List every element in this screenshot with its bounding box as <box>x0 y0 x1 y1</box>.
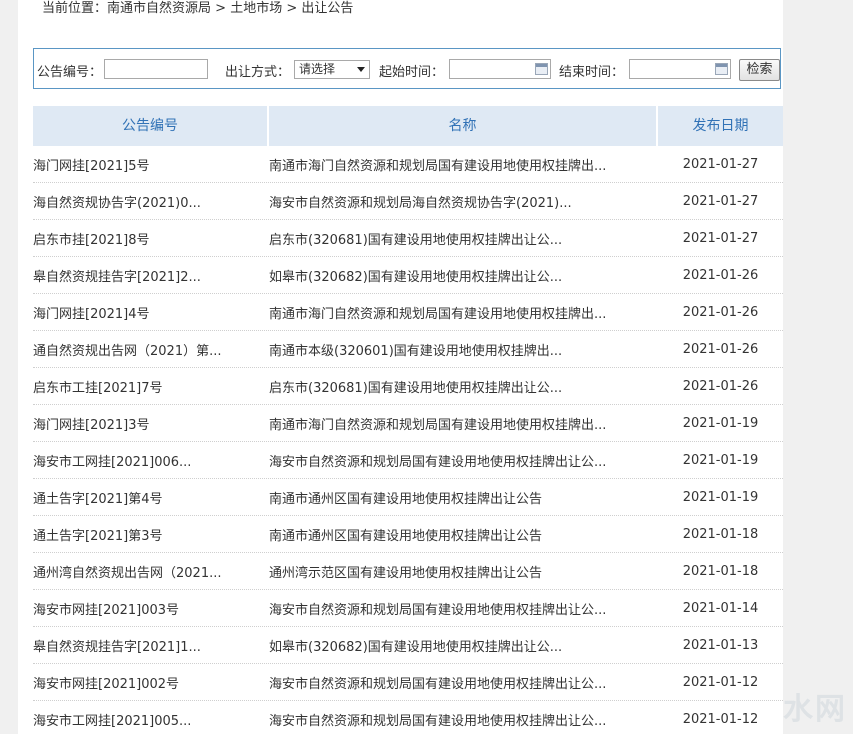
transfer-method-label: 出让方式： <box>225 65 291 80</box>
table-row: 海安市工网挂[2021]006... 海安市自然资源和规划局国有建设用地使用权挂牌… <box>33 442 783 479</box>
publish-date: 2021-01-18 <box>682 563 759 579</box>
table-row: 海安市网挂[2021]002号 海安市自然资源和规划局国有建设用地使用权挂牌出让公… <box>33 664 783 701</box>
column-header-date: 发布日期 <box>692 118 749 134</box>
publish-date: 2021-01-19 <box>682 452 759 468</box>
table-row: 皋自然资规挂告字[2021]2... 如皋市(320682)国有建设用地使用权挂牌… <box>33 257 783 294</box>
table-row: 海安市工网挂[2021]005... 海安市自然资源和规划局国有建设用地使用权挂牌… <box>33 701 783 734</box>
notice-name-link[interactable]: 海安市自然资源和规划局国有建设用地使用权挂牌出让公... <box>269 710 658 729</box>
table-row: 海门网挂[2021]5号 南通市海门自然资源和规划局国有建设用地使用权挂牌出...… <box>33 146 783 183</box>
publish-date: 2021-01-26 <box>682 267 759 283</box>
table-row: 海安市网挂[2021]003号 海安市自然资源和规划局国有建设用地使用权挂牌出让公… <box>33 590 783 627</box>
notice-no-link[interactable]: 海门网挂[2021]5号 <box>33 155 269 174</box>
publish-date: 2021-01-13 <box>682 637 759 653</box>
table-row: 启东市挂[2021]8号 启东市(320681)国有建设用地使用权挂牌出让公...… <box>33 220 783 257</box>
publish-date: 2021-01-27 <box>682 193 759 209</box>
notice-no-label: 公告编号： <box>37 65 103 80</box>
end-time-label: 结束时间： <box>559 65 625 80</box>
search-button[interactable]: 检索 <box>739 59 780 81</box>
table-row: 通州湾自然资规出告网（2021... 通州湾示范区国有建设用地使用权挂牌出让公告 2… <box>33 553 783 590</box>
notice-table-body: 海门网挂[2021]5号 南通市海门自然资源和规划局国有建设用地使用权挂牌出...… <box>33 146 783 734</box>
table-row: 海门网挂[2021]3号 南通市海门自然资源和规划局国有建设用地使用权挂牌出...… <box>33 405 783 442</box>
publish-date: 2021-01-26 <box>682 304 759 320</box>
publish-date: 2021-01-26 <box>682 341 759 357</box>
calendar-icon[interactable] <box>715 63 728 75</box>
notice-no-link[interactable]: 通自然资规出告网（2021）第... <box>33 340 269 359</box>
notice-name-link[interactable]: 南通市海门自然资源和规划局国有建设用地使用权挂牌出... <box>269 414 658 433</box>
publish-date: 2021-01-14 <box>682 600 759 616</box>
table-row: 通土告字[2021]第3号 南通市通州区国有建设用地使用权挂牌出让公告 2021-0… <box>33 516 783 553</box>
notice-name-link[interactable]: 启东市(320681)国有建设用地使用权挂牌出让公... <box>269 377 658 396</box>
publish-date: 2021-01-12 <box>682 711 759 727</box>
table-row: 皋自然资规挂告字[2021]1... 如皋市(320682)国有建设用地使用权挂牌… <box>33 627 783 664</box>
table-row: 通土告字[2021]第4号 南通市通州区国有建设用地使用权挂牌出让公告 2021-0… <box>33 479 783 516</box>
table-header: 公告编号 名称 发布日期 <box>33 106 783 146</box>
notice-name-link[interactable]: 启东市(320681)国有建设用地使用权挂牌出让公... <box>269 229 658 248</box>
notice-no-link[interactable]: 海门网挂[2021]3号 <box>33 414 269 433</box>
breadcrumb-separator: > <box>211 1 231 16</box>
notice-name-link[interactable]: 海安市自然资源和规划局国有建设用地使用权挂牌出让公... <box>269 599 658 618</box>
search-bar: 公告编号： 出让方式： 请选择 起始时间： 结束时间： 检索 <box>33 48 781 89</box>
publish-date: 2021-01-18 <box>682 526 759 542</box>
content-panel: 当前位置：南通市自然资源局 > 土地市场 > 出让公告 公告编号： 出让方式： … <box>18 0 783 734</box>
notice-name-link[interactable]: 海安市自然资源和规划局海自然资规协告字(2021)... <box>269 192 658 211</box>
breadcrumb-separator: > <box>282 1 302 16</box>
notice-no-link[interactable]: 海门网挂[2021]4号 <box>33 303 269 322</box>
table-row: 海自然资规协告字(2021)0... 海安市自然资源和规划局海自然资规协告字(20… <box>33 183 783 220</box>
start-time-input[interactable] <box>449 59 551 79</box>
publish-date: 2021-01-19 <box>682 489 759 505</box>
publish-date: 2021-01-19 <box>682 415 759 431</box>
publish-date: 2021-01-27 <box>682 230 759 246</box>
notice-name-link[interactable]: 南通市海门自然资源和规划局国有建设用地使用权挂牌出... <box>269 155 658 174</box>
notice-name-link[interactable]: 南通市通州区国有建设用地使用权挂牌出让公告 <box>269 488 658 507</box>
publish-date: 2021-01-12 <box>682 674 759 690</box>
column-header-notice-no: 公告编号 <box>33 106 269 146</box>
notice-name-link[interactable]: 南通市通州区国有建设用地使用权挂牌出让公告 <box>269 525 658 544</box>
notice-name-link[interactable]: 如皋市(320682)国有建设用地使用权挂牌出让公... <box>269 636 658 655</box>
breadcrumb-prefix: 当前位置： <box>42 1 108 16</box>
calendar-icon[interactable] <box>535 63 548 75</box>
chevron-down-icon <box>357 67 365 72</box>
notice-no-link[interactable]: 启东市挂[2021]8号 <box>33 229 269 248</box>
notice-no-link[interactable]: 通土告字[2021]第4号 <box>33 488 269 507</box>
notice-no-link[interactable]: 启东市工挂[2021]7号 <box>33 377 269 396</box>
watermark-logo: 水网 <box>783 692 847 727</box>
breadcrumb-item-land-market[interactable]: 土地市场 <box>230 1 282 16</box>
breadcrumb-item-transfer-notice: 出让公告 <box>301 1 354 16</box>
notice-name-link[interactable]: 如皋市(320682)国有建设用地使用权挂牌出让公... <box>269 266 658 285</box>
table-row: 启东市工挂[2021]7号 启东市(320681)国有建设用地使用权挂牌出让公..… <box>33 368 783 405</box>
notice-no-link[interactable]: 海安市网挂[2021]002号 <box>33 673 269 692</box>
notice-name-link[interactable]: 海安市自然资源和规划局国有建设用地使用权挂牌出让公... <box>269 451 658 470</box>
start-time-label: 起始时间： <box>379 65 445 80</box>
notice-no-link[interactable]: 通土告字[2021]第3号 <box>33 525 269 544</box>
table-row: 通自然资规出告网（2021）第... 南通市本级(320601)国有建设用地使用权… <box>33 331 783 368</box>
notice-no-link[interactable]: 皋自然资规挂告字[2021]1... <box>33 636 269 655</box>
notice-no-link[interactable]: 通州湾自然资规出告网（2021... <box>33 562 269 581</box>
notice-no-link[interactable]: 海安市工网挂[2021]006... <box>33 451 269 470</box>
breadcrumb: 当前位置：南通市自然资源局 > 土地市场 > 出让公告 <box>42 0 353 20</box>
end-time-input[interactable] <box>629 59 731 79</box>
transfer-method-selected: 请选择 <box>299 62 336 76</box>
breadcrumb-item-bureau[interactable]: 南通市自然资源局 <box>107 1 211 16</box>
transfer-method-select[interactable]: 请选择 <box>294 60 370 79</box>
notice-name-link[interactable]: 南通市海门自然资源和规划局国有建设用地使用权挂牌出... <box>269 303 658 322</box>
notice-name-link[interactable]: 海安市自然资源和规划局国有建设用地使用权挂牌出让公... <box>269 673 658 692</box>
column-header-name: 名称 <box>269 106 658 146</box>
notice-name-link[interactable]: 通州湾示范区国有建设用地使用权挂牌出让公告 <box>269 562 658 581</box>
publish-date: 2021-01-26 <box>682 378 759 394</box>
notice-no-link[interactable]: 海安市网挂[2021]003号 <box>33 599 269 618</box>
publish-date: 2021-01-27 <box>682 156 759 172</box>
notice-no-input[interactable] <box>104 59 208 79</box>
notice-no-link[interactable]: 皋自然资规挂告字[2021]2... <box>33 266 269 285</box>
notice-no-link[interactable]: 海安市工网挂[2021]005... <box>33 710 269 729</box>
notice-name-link[interactable]: 南通市本级(320601)国有建设用地使用权挂牌出... <box>269 340 658 359</box>
table-row: 海门网挂[2021]4号 南通市海门自然资源和规划局国有建设用地使用权挂牌出...… <box>33 294 783 331</box>
notice-no-link[interactable]: 海自然资规协告字(2021)0... <box>33 192 269 211</box>
